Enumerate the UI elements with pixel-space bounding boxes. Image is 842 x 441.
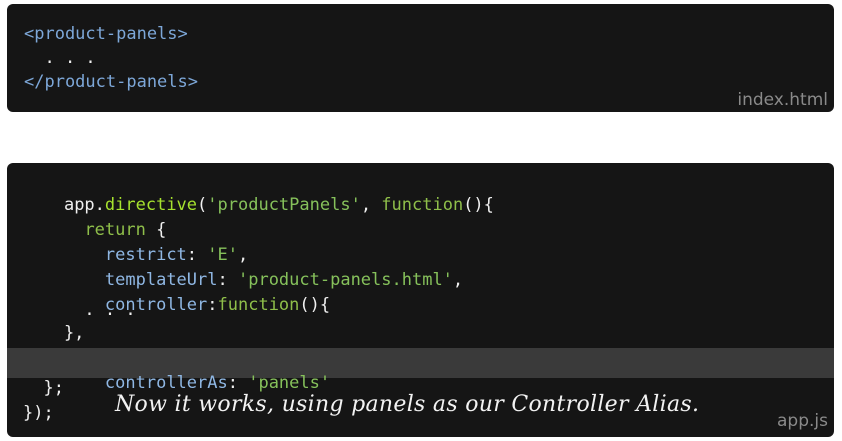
code-line-6: . . .: [23, 300, 136, 320]
token: ,: [360, 195, 382, 215]
code-line-close-tag: </product-panels>: [24, 72, 198, 92]
token: function: [217, 295, 300, 315]
token: :: [227, 373, 249, 393]
token: (){: [463, 195, 494, 215]
caption-text: Now it works, using panels as our Contro…: [115, 392, 700, 417]
token: (){: [299, 295, 331, 315]
file-label-app-js: app.js: [777, 411, 828, 431]
code-line-7: },: [23, 323, 85, 343]
token: :: [207, 295, 218, 315]
code-line-10: });: [23, 403, 54, 423]
token: 'panels': [248, 373, 331, 393]
token: (: [197, 195, 208, 215]
index-html-code-panel: <product-panels> . . . </product-panels>…: [7, 4, 834, 112]
token: ,: [452, 270, 464, 290]
code-line-open-tag: <product-panels>: [24, 24, 188, 44]
app-js-code-panel: app.directive('productPanels', function(…: [7, 163, 834, 437]
code-line-ellipsis: . . .: [24, 48, 96, 68]
token: controllerAs: [104, 373, 228, 393]
code-line-9: };: [23, 378, 64, 398]
file-label-index-html: index.html: [737, 90, 828, 110]
token: function: [381, 195, 464, 215]
token: 'productPanels': [207, 195, 361, 215]
